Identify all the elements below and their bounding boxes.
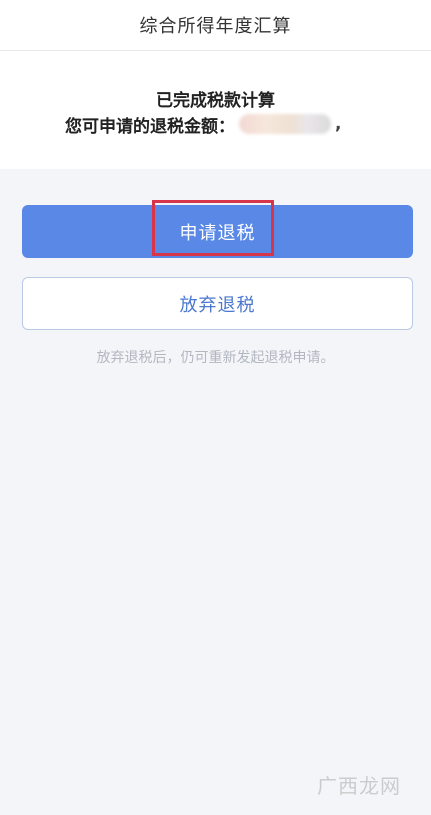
abandon-hint-text: 放弃退税后，仍可重新发起退税申请。	[96, 350, 335, 366]
page-title: 综合所得年度汇算	[139, 16, 292, 37]
result-card: 已完成税款计算 您可申请的退税金额： ,	[0, 51, 431, 169]
abandon-refund-label: 放弃退税	[179, 294, 256, 316]
refund-amount-label: 您可申请的退税金额：	[65, 116, 235, 137]
apply-refund-label: 申请退税	[179, 222, 256, 244]
refund-amount-tail: ,	[335, 114, 342, 134]
refund-amount-blurred-value	[239, 114, 331, 134]
calculation-status: 已完成税款计算	[156, 91, 275, 111]
site-watermark: 广西龙网	[317, 774, 401, 798]
apply-refund-button[interactable]: 申请退税	[22, 205, 413, 258]
page-header: 综合所得年度汇算	[0, 0, 431, 51]
refund-amount-row: 您可申请的退税金额： ,	[65, 111, 341, 137]
abandon-refund-button[interactable]: 放弃退税	[22, 277, 413, 330]
